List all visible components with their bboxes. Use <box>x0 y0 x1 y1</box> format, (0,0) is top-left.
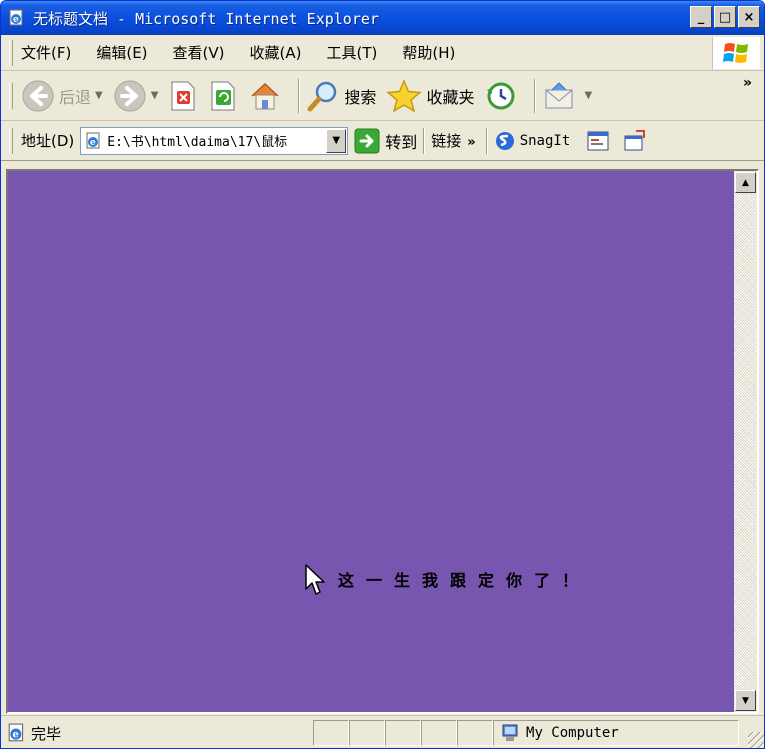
address-bar: 地址(D) e E:\书\html\daima\17\鼠标 ▼ 转到 链接 » S… <box>1 121 764 161</box>
vertical-scrollbar[interactable]: ▲ ▼ <box>734 171 757 712</box>
svg-text:e: e <box>13 15 19 25</box>
go-button[interactable]: 转到 <box>354 128 417 154</box>
maximize-button[interactable]: □ <box>714 6 736 28</box>
forward-arrow-icon <box>114 80 146 111</box>
title-bar[interactable]: e 无标题文档 - Microsoft Internet Explorer _ … <box>1 1 764 35</box>
page-icon: e <box>86 132 100 148</box>
svg-text:e: e <box>13 729 19 740</box>
resize-grip[interactable] <box>748 732 764 748</box>
toolbar-grip[interactable] <box>9 82 13 109</box>
zone-label: My Computer <box>526 725 619 741</box>
stop-icon <box>171 81 195 110</box>
snagit-icon <box>495 131 514 150</box>
ie-window: e 无标题文档 - Microsoft Internet Explorer _ … <box>0 0 765 749</box>
maximize-icon: □ <box>718 9 732 25</box>
history-icon <box>487 82 515 109</box>
refresh-button[interactable] <box>208 80 238 112</box>
forward-dropdown-icon[interactable]: ▼ <box>151 90 159 101</box>
forward-button[interactable]: ▼ <box>113 79 159 113</box>
status-panel-2 <box>349 720 386 746</box>
links-separator <box>485 127 488 154</box>
mouse-cursor-icon <box>305 564 325 595</box>
links-more-icon[interactable]: » <box>467 135 475 150</box>
refresh-icon <box>211 81 235 110</box>
scroll-up-button[interactable]: ▲ <box>735 172 756 193</box>
page-message: 这一生我跟定你了！ <box>338 571 591 590</box>
minimize-icon: _ <box>697 9 705 25</box>
search-button[interactable]: 搜索 <box>306 79 376 113</box>
mail-button[interactable]: ▼ <box>542 80 592 112</box>
links-label: 链接 <box>431 132 462 150</box>
snagit-button[interactable]: SnagIt <box>494 130 571 152</box>
status-bar: e 完毕 My Computer <box>1 715 764 748</box>
search-label: 搜索 <box>344 87 377 107</box>
back-arrow-icon <box>22 80 54 111</box>
computer-icon <box>502 724 518 741</box>
page-body[interactable]: 这一生我跟定你了！ <box>8 171 734 712</box>
snagit-label: SnagIt <box>519 132 571 149</box>
favorites-label: 收藏夹 <box>426 87 475 107</box>
toolbar-more-button[interactable]: » <box>743 75 752 91</box>
menubar-grip[interactable] <box>9 39 13 66</box>
security-zone: My Computer <box>493 720 740 746</box>
scroll-down-button[interactable]: ▼ <box>735 690 756 711</box>
menu-file[interactable]: 文件(F) <box>21 42 71 63</box>
stop-button[interactable] <box>168 80 198 112</box>
minimize-button[interactable]: _ <box>690 6 712 28</box>
status-panel-1 <box>313 720 350 746</box>
menu-favorites[interactable]: 收藏(A) <box>250 42 302 63</box>
address-input[interactable]: e E:\书\html\daima\17\鼠标 ▼ <box>80 126 349 155</box>
links-button[interactable]: 链接 » <box>431 130 479 151</box>
back-button[interactable]: 后退 ▼ <box>21 79 103 113</box>
addressbar-grip[interactable] <box>9 127 13 154</box>
status-panel-5 <box>457 720 494 746</box>
mail-dropdown-icon[interactable]: ▼ <box>584 90 592 101</box>
scroll-up-icon: ▲ <box>742 177 749 188</box>
svg-text:e: e <box>90 138 96 148</box>
standard-toolbar: 后退 ▼ ▼ 搜索 收藏夹 ▼ » <box>1 71 764 121</box>
menu-edit[interactable]: 编辑(E) <box>96 42 147 63</box>
go-label: 转到 <box>385 132 418 152</box>
address-label: 地址(D) <box>21 132 75 150</box>
windows-logo-icon <box>712 37 760 69</box>
home-icon <box>251 82 279 109</box>
home-button[interactable] <box>248 80 282 112</box>
status-panel-3 <box>385 720 422 746</box>
address-separator <box>423 127 426 154</box>
menu-help[interactable]: 帮助(H) <box>402 42 455 63</box>
scroll-down-icon: ▼ <box>742 695 749 706</box>
address-dropdown-icon[interactable]: ▼ <box>326 128 347 153</box>
menu-tools[interactable]: 工具(T) <box>326 42 377 63</box>
star-icon <box>386 78 423 113</box>
window-title: 无标题文档 - Microsoft Internet Explorer <box>33 9 379 28</box>
menu-bar: 文件(F) 编辑(E) 查看(V) 收藏(A) 工具(T) 帮助(H) <box>1 35 764 71</box>
go-arrow-icon <box>354 128 380 153</box>
content-frame: 这一生我跟定你了！ ▲ ▼ <box>6 169 759 714</box>
status-panel-4 <box>421 720 458 746</box>
back-label: 后退 <box>59 87 92 107</box>
snagit-capture-icon[interactable] <box>622 129 646 152</box>
close-button[interactable]: × <box>738 6 760 28</box>
status-text: 完毕 <box>31 724 62 743</box>
favorites-button[interactable]: 收藏夹 <box>386 78 475 113</box>
toolbar-separator-2 <box>534 78 537 113</box>
search-icon <box>307 81 337 111</box>
menu-view[interactable]: 查看(V) <box>173 42 225 63</box>
history-button[interactable] <box>484 80 518 112</box>
address-url[interactable]: E:\书\html\daima\17\鼠标 <box>107 131 327 150</box>
status-panel-main <box>65 720 313 746</box>
close-icon: × <box>743 9 755 25</box>
mail-icon <box>545 81 573 108</box>
status-page-icon: e <box>8 723 24 742</box>
snagit-window-icon[interactable] <box>586 130 610 152</box>
ie-page-icon: e <box>7 8 27 28</box>
toolbar-separator <box>298 78 301 113</box>
back-dropdown-icon[interactable]: ▼ <box>95 90 103 101</box>
